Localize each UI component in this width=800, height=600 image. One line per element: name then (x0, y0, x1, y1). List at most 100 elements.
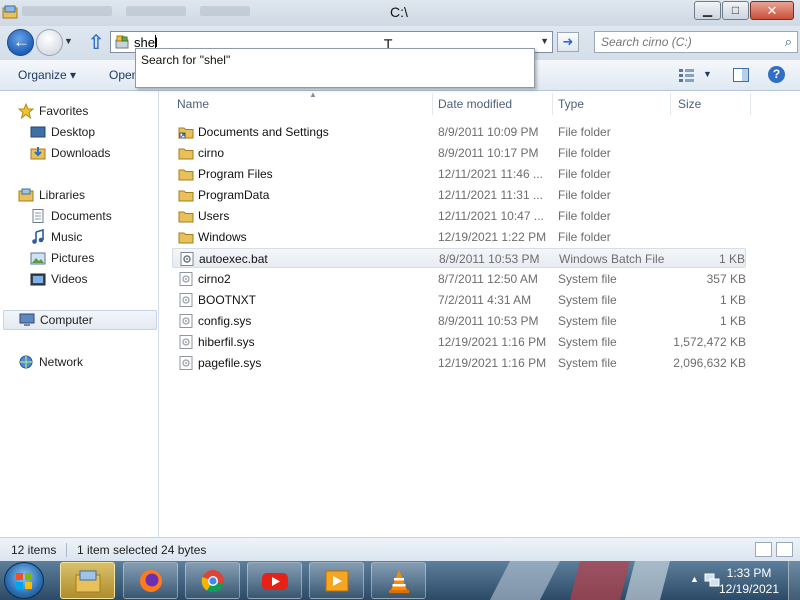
recent-pages-dropdown[interactable]: ▼ (64, 36, 73, 46)
libraries-icon (18, 187, 34, 203)
column-divider[interactable] (750, 93, 751, 115)
system-file-icon (178, 334, 194, 350)
column-header-size[interactable]: Size (678, 97, 701, 115)
sidebar-item-pictures[interactable]: Pictures (30, 248, 94, 268)
table-row[interactable]: cirno2 8/7/2011 12:50 AM System file 357 KB (172, 269, 746, 289)
sidebar-item-music[interactable]: Music (30, 227, 82, 247)
column-header-type[interactable]: Type (558, 97, 584, 115)
close-button[interactable]: ✕ (750, 1, 794, 20)
table-row[interactable]: config.sys 8/9/2011 10:53 PM System file 1 … (172, 311, 746, 331)
file-name: ProgramData (198, 188, 270, 202)
vlc-icon (389, 570, 409, 593)
view-dropdown-icon[interactable]: ▼ (703, 69, 712, 79)
table-row[interactable]: BOOTNXT 7/2/2011 4:31 AM System file 1 KB (172, 290, 746, 310)
organize-button[interactable]: Organize ▾ (18, 68, 76, 82)
view-options-icon[interactable] (678, 66, 696, 84)
column-divider[interactable] (670, 93, 671, 115)
sidebar-item-libraries[interactable]: Libraries (18, 185, 85, 205)
file-type: File folder (558, 167, 611, 181)
search-input[interactable] (595, 32, 775, 52)
file-name: config.sys (198, 314, 252, 328)
file-date: 8/9/2011 10:53 PM (438, 314, 539, 328)
sidebar-item-label: Computer (40, 313, 93, 327)
column-header-name[interactable]: Name (177, 97, 209, 115)
folder-icon (178, 145, 194, 161)
network-icon (18, 354, 34, 370)
youtube-icon (262, 573, 288, 590)
show-hidden-icons-icon[interactable]: ▲ (690, 574, 699, 584)
sidebar-item-computer[interactable]: Computer (3, 310, 157, 330)
table-row[interactable]: Users 12/11/2021 10:47 ... File folder (172, 206, 746, 226)
table-row[interactable]: Windows 12/19/2021 1:22 PM File folder (172, 227, 746, 247)
sidebar-item-label: Music (51, 230, 83, 244)
file-name: Users (198, 209, 230, 223)
folder-shortcut-icon (178, 124, 194, 140)
minimize-button[interactable]: ▁ (694, 1, 721, 20)
column-divider[interactable] (432, 93, 433, 115)
background-window-titles (22, 6, 250, 20)
autocomplete-item[interactable]: Search for "shel" (141, 53, 230, 67)
system-file-icon (178, 313, 194, 329)
taskbar-vlc[interactable] (371, 562, 426, 599)
address-dropdown-icon[interactable]: ▼ (540, 36, 549, 46)
table-row[interactable]: Program Files 12/11/2021 11:46 ... File fo… (172, 164, 746, 184)
sidebar-item-desktop[interactable]: Desktop (30, 122, 95, 142)
minimize-icon: ▁ (702, 3, 713, 17)
table-row[interactable]: hiberfil.sys 12/19/2021 1:16 PM System fil… (172, 332, 746, 352)
sidebar-item-label: Pictures (51, 251, 95, 265)
help-button[interactable]: ? (768, 66, 785, 83)
folder-icon (178, 187, 194, 203)
sidebar-item-downloads[interactable]: Downloads (30, 143, 110, 163)
file-type: System file (558, 293, 617, 307)
table-row[interactable]: ProgramData 12/11/2021 11:31 ... File fold… (172, 185, 746, 205)
batch-file-icon (179, 251, 195, 267)
column-divider[interactable] (552, 93, 553, 115)
open-button[interactable]: Open (109, 68, 138, 82)
taskbar-chrome[interactable] (185, 562, 240, 599)
taskbar-firefox[interactable] (123, 562, 178, 599)
taskbar-clock[interactable]: 1:33 PM 12/19/2021 (713, 565, 785, 597)
maximize-button[interactable]: □ (722, 1, 749, 20)
file-type: File folder (558, 125, 611, 139)
sidebar-item-label: Desktop (51, 125, 96, 139)
sidebar-item-label: Videos (51, 272, 88, 286)
forward-button[interactable] (36, 29, 63, 56)
file-name: pagefile.sys (198, 356, 262, 370)
file-date: 12/11/2021 11:31 ... (438, 188, 543, 202)
status-divider (66, 543, 67, 557)
address-autocomplete: Search for "shel" (135, 48, 535, 88)
start-button[interactable] (4, 562, 44, 599)
up-arrow-icon[interactable]: ⇧ (87, 30, 105, 54)
file-name: cirno2 (198, 272, 231, 286)
table-row[interactable]: Documents and Settings 8/9/2011 10:09 PM F… (172, 122, 746, 142)
preview-pane-icon[interactable] (732, 66, 750, 84)
desktop-wallpaper-glimpse (490, 561, 670, 600)
file-size: 357 KB (706, 272, 746, 286)
go-button[interactable]: ➜ (557, 32, 579, 52)
media-player-icon (325, 570, 349, 592)
search-icon[interactable]: ⌕ (785, 34, 792, 50)
column-header-date[interactable]: Date modified (438, 97, 512, 115)
file-name: hiberfil.sys (198, 335, 255, 349)
sidebar-item-documents[interactable]: Documents (30, 206, 112, 226)
table-row[interactable]: autoexec.bat 8/9/2011 10:53 PM Windows Bat… (172, 248, 746, 268)
taskbar-explorer[interactable] (60, 562, 115, 599)
table-row[interactable]: cirno 8/9/2011 10:17 PM File folder (172, 143, 746, 163)
large-icons-view-icon[interactable] (776, 542, 793, 557)
file-date: 12/11/2021 11:46 ... (438, 167, 543, 181)
taskbar-youtube[interactable] (247, 562, 302, 599)
sidebar-item-network[interactable]: Network (18, 352, 83, 372)
file-list: ▲ Name Date modified Type Size Documents… (160, 90, 800, 537)
file-type: File folder (558, 209, 611, 223)
sidebar-item-favorites[interactable]: Favorites (17, 101, 88, 121)
details-view-icon[interactable] (755, 542, 772, 557)
file-type: File folder (558, 188, 611, 202)
table-row[interactable]: pagefile.sys 12/19/2021 1:16 PM System fil… (172, 353, 746, 373)
show-desktop-button[interactable] (788, 561, 800, 600)
sidebar-item-videos[interactable]: Videos (30, 269, 87, 289)
search-box[interactable]: ⌕ (594, 31, 798, 53)
item-count: 12 items (11, 543, 57, 557)
back-button[interactable]: ← (7, 29, 34, 56)
taskbar-media-player[interactable] (309, 562, 364, 599)
file-size: 1,572,472 KB (673, 335, 746, 349)
